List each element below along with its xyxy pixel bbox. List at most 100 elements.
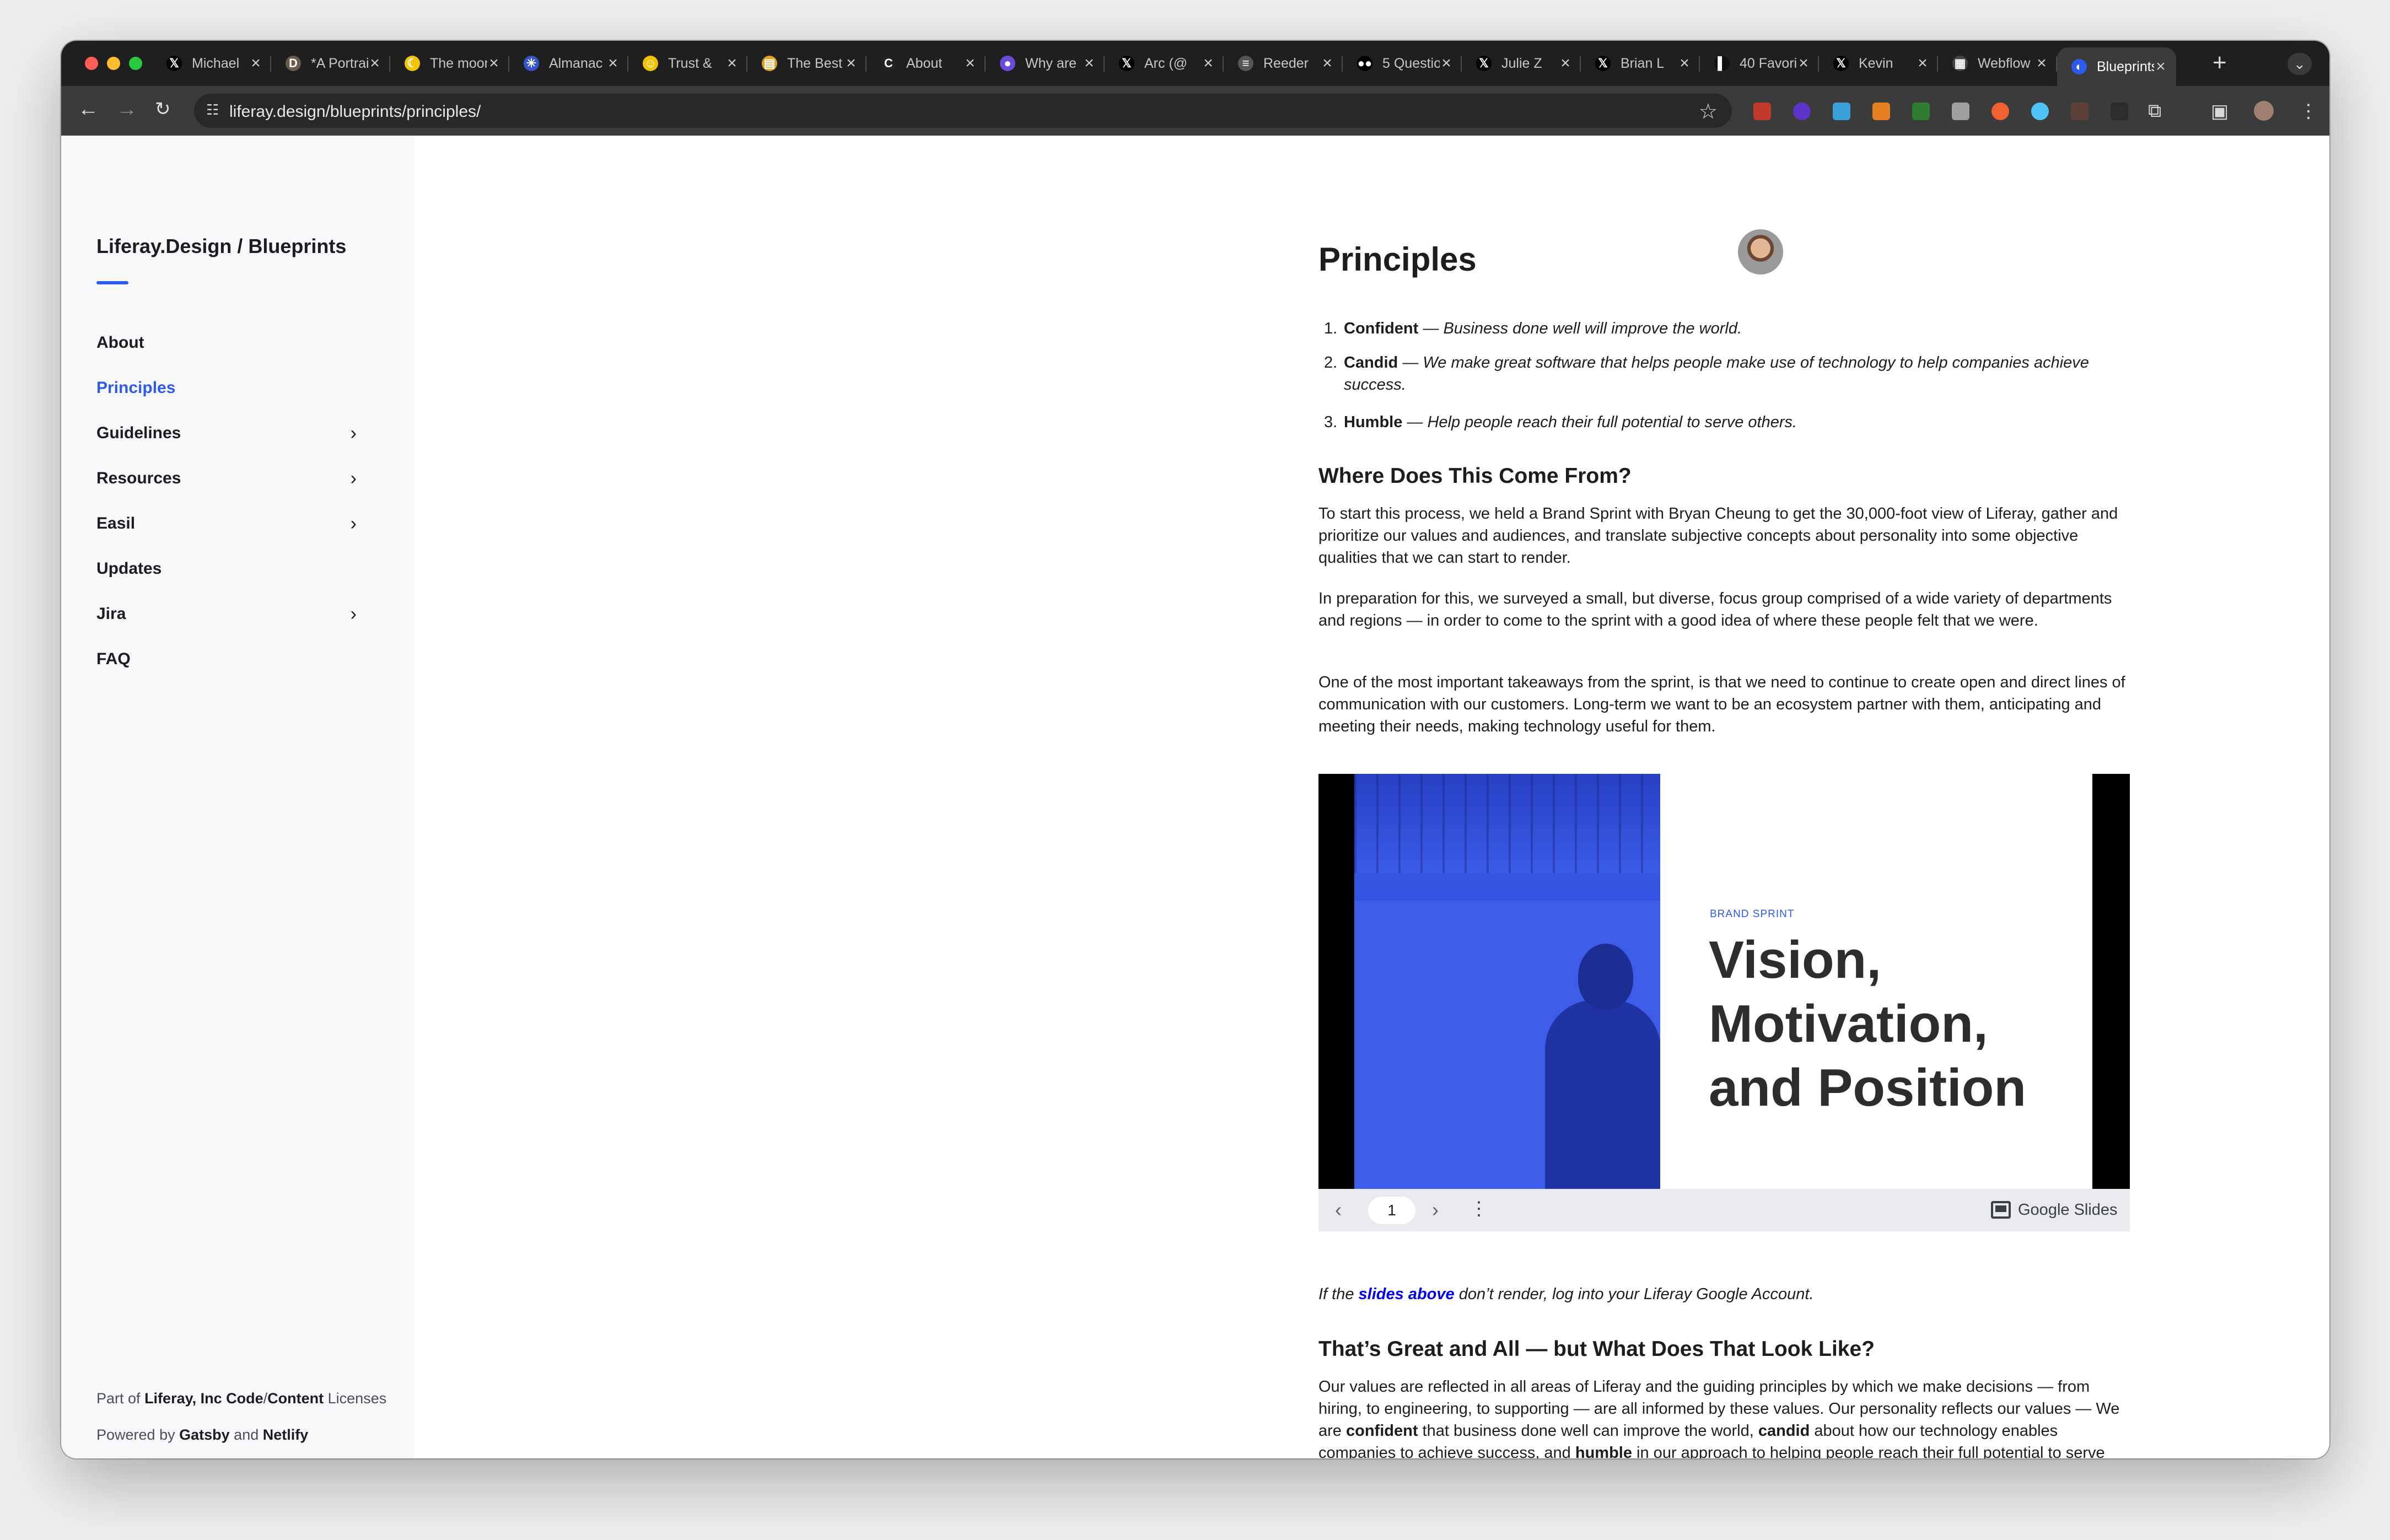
section-heading: That’s Great and All — but What Does Tha… xyxy=(1318,1337,1875,1361)
address-bar[interactable]: ☷ liferay.design/blueprints/principles/ … xyxy=(194,94,1732,128)
browser-tab[interactable]: 𝕏 Kevin × xyxy=(1819,47,1938,79)
close-tab-icon[interactable]: × xyxy=(2035,54,2048,73)
browser-tab[interactable]: ≡ Reeder × xyxy=(1224,47,1343,79)
embedded-slides[interactable]: BRAND SPRINT Vision, Motivation, and Pos… xyxy=(1318,774,2130,1231)
site-brand[interactable]: Liferay.Design / Blueprints xyxy=(96,235,346,258)
sidebar-item-about[interactable]: About xyxy=(96,326,383,359)
forward-icon[interactable]: → xyxy=(116,98,137,120)
paragraph: One of the most important takeaways from… xyxy=(1318,674,2125,735)
close-tab-icon[interactable]: × xyxy=(1202,54,1215,73)
camera-extension-icon[interactable] xyxy=(1952,103,1969,120)
back-icon[interactable]: ← xyxy=(78,98,99,120)
browser-tab[interactable]: 𝕏 Brian L × xyxy=(1581,47,1700,79)
browser-toolbar: ← → ↻ ☷ liferay.design/blueprints/princi… xyxy=(61,86,2329,136)
tab-title: Almanac xyxy=(549,55,603,71)
browser-tab[interactable]: ●● 5 Questions× xyxy=(1343,47,1462,79)
close-window-button[interactable] xyxy=(85,57,98,70)
c-icon: C xyxy=(881,56,896,71)
close-tab-icon[interactable]: × xyxy=(368,54,381,73)
extension-icon[interactable] xyxy=(1833,103,1850,120)
extension-icon[interactable] xyxy=(1991,103,2009,120)
browser-tab[interactable]: ▤ The Best × xyxy=(747,47,866,79)
footer-company-link[interactable]: Liferay, Inc xyxy=(144,1390,222,1407)
chevron-right-icon[interactable]: › xyxy=(351,604,357,625)
footer-content-link[interactable]: Content xyxy=(267,1390,324,1407)
tab-title: Blueprints xyxy=(2097,58,2154,74)
browser-tab[interactable]: D *A Portrait × xyxy=(271,47,390,79)
tab-title: Trust & xyxy=(668,55,712,71)
sidebar-item-label: Resources xyxy=(96,469,181,487)
book-icon: ▤ xyxy=(762,56,777,71)
bookmark-star-icon[interactable]: ☆ xyxy=(1699,99,1718,124)
chevron-right-icon[interactable]: › xyxy=(351,513,357,535)
sidebar-item-jira[interactable]: Jira › xyxy=(96,597,383,631)
tab-title: Michael xyxy=(192,55,240,71)
extension-icon[interactable] xyxy=(1912,103,1930,120)
next-slide-icon[interactable]: › xyxy=(1432,1199,1439,1221)
close-tab-icon[interactable]: × xyxy=(1678,54,1691,73)
browser-tab[interactable]: ☺ Trust & × xyxy=(628,47,747,79)
close-tab-icon[interactable]: × xyxy=(963,54,977,73)
footer-netlify-link[interactable]: Netlify xyxy=(263,1426,309,1443)
extension-icon[interactable] xyxy=(2071,103,2088,120)
google-slides-link[interactable]: Google Slides xyxy=(2018,1201,2118,1219)
slide-page-number[interactable]: 1 xyxy=(1368,1197,1415,1224)
close-tab-icon[interactable]: × xyxy=(1559,54,1572,73)
sidebar-item-faq[interactable]: FAQ xyxy=(96,643,383,676)
extensions-puzzle-icon[interactable]: ⧉ xyxy=(2148,100,2161,122)
close-tab-icon[interactable]: × xyxy=(844,54,858,73)
sidebar-item-resources[interactable]: Resources › xyxy=(96,462,383,495)
tab-search-button[interactable]: ⌄ xyxy=(2287,53,2312,75)
extension-icon[interactable] xyxy=(1793,103,1811,120)
sidebar-item-updates[interactable]: Updates xyxy=(96,552,383,585)
reload-icon[interactable]: ↻ xyxy=(155,98,171,120)
browser-tab[interactable]: 𝕏 Julie Z × xyxy=(1462,47,1581,79)
moon-icon: ☾ xyxy=(405,56,420,71)
browser-tab[interactable]: 𝕏 Michael × xyxy=(152,47,271,79)
close-tab-icon[interactable]: × xyxy=(1440,54,1453,73)
prev-slide-icon[interactable]: ‹ xyxy=(1335,1199,1342,1221)
close-tab-icon[interactable]: × xyxy=(249,54,262,73)
react-extension-icon[interactable] xyxy=(2031,103,2049,120)
close-tab-icon[interactable]: × xyxy=(1083,54,1096,73)
extension-icon[interactable] xyxy=(1753,103,1771,120)
close-tab-icon[interactable]: × xyxy=(1797,54,1810,73)
x-icon: 𝕏 xyxy=(1476,56,1492,71)
new-tab-button[interactable]: + xyxy=(2213,51,2227,75)
browser-tab[interactable]: ● Why are × xyxy=(986,47,1105,79)
chevron-right-icon[interactable]: › xyxy=(351,468,357,489)
profile-avatar[interactable] xyxy=(2254,101,2274,121)
sidebar-item-easil[interactable]: Easil › xyxy=(96,507,383,540)
footer-gatsby-link[interactable]: Gatsby xyxy=(179,1426,230,1443)
tab-active[interactable]: ◐ Blueprints × xyxy=(2057,47,2176,86)
browser-menu-icon[interactable]: ⋮ xyxy=(2299,100,2318,122)
zoom-window-button[interactable] xyxy=(129,57,142,70)
browser-tab[interactable]: ☾ The moon × xyxy=(390,47,509,79)
extension-icon[interactable] xyxy=(2111,103,2128,120)
close-tab-icon[interactable]: × xyxy=(487,54,500,73)
browser-tab[interactable]: ✳ Almanac × xyxy=(509,47,628,79)
url-text[interactable]: liferay.design/blueprints/principles/ xyxy=(229,103,481,121)
browser-tab[interactable]: C About × xyxy=(866,47,986,79)
sidebar-item-principles[interactable]: Principles xyxy=(96,371,383,405)
browser-tab[interactable]: ▌ 40 Favorite× xyxy=(1700,47,1819,79)
slides-above-link[interactable]: slides above xyxy=(1359,1285,1455,1303)
browser-tab[interactable]: ▦ Webflow × xyxy=(1938,47,2057,79)
close-tab-icon[interactable]: × xyxy=(725,54,739,73)
reeder-icon: ≡ xyxy=(1238,56,1253,71)
minimize-window-button[interactable] xyxy=(107,57,120,70)
site-settings-icon[interactable]: ☷ xyxy=(206,101,225,120)
close-tab-icon[interactable]: × xyxy=(606,54,620,73)
footer-code-link[interactable]: Code xyxy=(226,1390,263,1407)
google-slides-icon[interactable] xyxy=(1991,1201,2011,1219)
close-tab-icon[interactable]: × xyxy=(1321,54,1334,73)
side-panel-icon[interactable]: ▣ xyxy=(2211,100,2228,122)
extension-icon[interactable] xyxy=(1872,103,1890,120)
sidebar-item-guidelines[interactable]: Guidelines › xyxy=(96,417,383,450)
close-tab-icon[interactable]: × xyxy=(1916,54,1929,73)
more-options-icon[interactable]: ⋮ xyxy=(1469,1198,1488,1220)
x-icon: 𝕏 xyxy=(1595,56,1611,71)
chevron-right-icon[interactable]: › xyxy=(351,423,357,444)
browser-tab[interactable]: 𝕏 Arc (@ × xyxy=(1105,47,1224,79)
close-tab-icon[interactable]: × xyxy=(2154,57,2167,76)
